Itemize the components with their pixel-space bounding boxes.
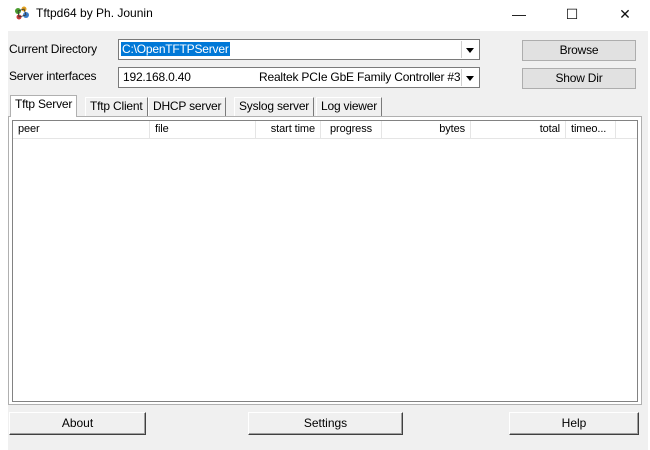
current-directory-label: Current Directory (9, 42, 97, 56)
tab-strip: Tftp Server Tftp Client DHCP server Sysl… (8, 95, 648, 117)
minimize-button[interactable]: — (496, 0, 542, 28)
maximize-button[interactable]: ☐ (549, 0, 595, 28)
tab-tftp-server[interactable]: Tftp Server (10, 95, 78, 117)
server-interfaces-label: Server interfaces (9, 69, 97, 83)
bottom-button-bar: About Settings Help (8, 412, 648, 437)
help-button[interactable]: Help (509, 412, 639, 435)
main-window: Current Directory C:\OpenTFTPServer Brow… (8, 31, 648, 450)
column-header-timeout[interactable]: timeo... (566, 121, 616, 138)
server-interface-ip: 192.168.0.40 (123, 70, 191, 84)
transfer-list[interactable]: peer file start time progress bytes tota… (12, 120, 638, 402)
column-header-file[interactable]: file (150, 121, 256, 138)
tftpd-app-icon (15, 6, 29, 20)
current-directory-value: C:\OpenTFTPServer (121, 42, 230, 56)
server-interface-adapter: Realtek PCIe GbE Family Controller #3 (259, 70, 461, 84)
column-headers: peer file start time progress bytes tota… (13, 121, 637, 139)
show-dir-button[interactable]: Show Dir (522, 68, 636, 89)
column-header-start-time[interactable]: start time (256, 121, 321, 138)
window-title: Tftpd64 by Ph. Jounin (36, 6, 153, 20)
about-button[interactable]: About (9, 412, 146, 435)
tab-dhcp-server[interactable]: DHCP server (148, 97, 227, 116)
tab-log-viewer[interactable]: Log viewer (316, 97, 383, 116)
column-header-total[interactable]: total (471, 121, 566, 138)
column-header-progress[interactable]: progress (321, 121, 382, 138)
tab-syslog-server[interactable]: Syslog server (234, 97, 315, 116)
tab-tftp-client[interactable]: Tftp Client (85, 97, 148, 116)
server-interfaces-combo[interactable]: 192.168.0.40 Realtek PCIe GbE Family Con… (118, 67, 480, 88)
browse-button[interactable]: Browse (522, 40, 636, 61)
column-header-peer[interactable]: peer (13, 121, 150, 138)
chevron-down-icon[interactable] (461, 69, 478, 86)
tftp-server-panel: peer file start time progress bytes tota… (8, 116, 642, 405)
current-directory-combo[interactable]: C:\OpenTFTPServer (118, 39, 480, 60)
column-header-bytes[interactable]: bytes (382, 121, 471, 138)
close-button[interactable]: ✕ (602, 0, 648, 28)
title-bar: Tftpd64 by Ph. Jounin — ☐ ✕ (0, 0, 650, 28)
settings-button[interactable]: Settings (248, 412, 403, 435)
chevron-down-icon[interactable] (461, 41, 478, 58)
